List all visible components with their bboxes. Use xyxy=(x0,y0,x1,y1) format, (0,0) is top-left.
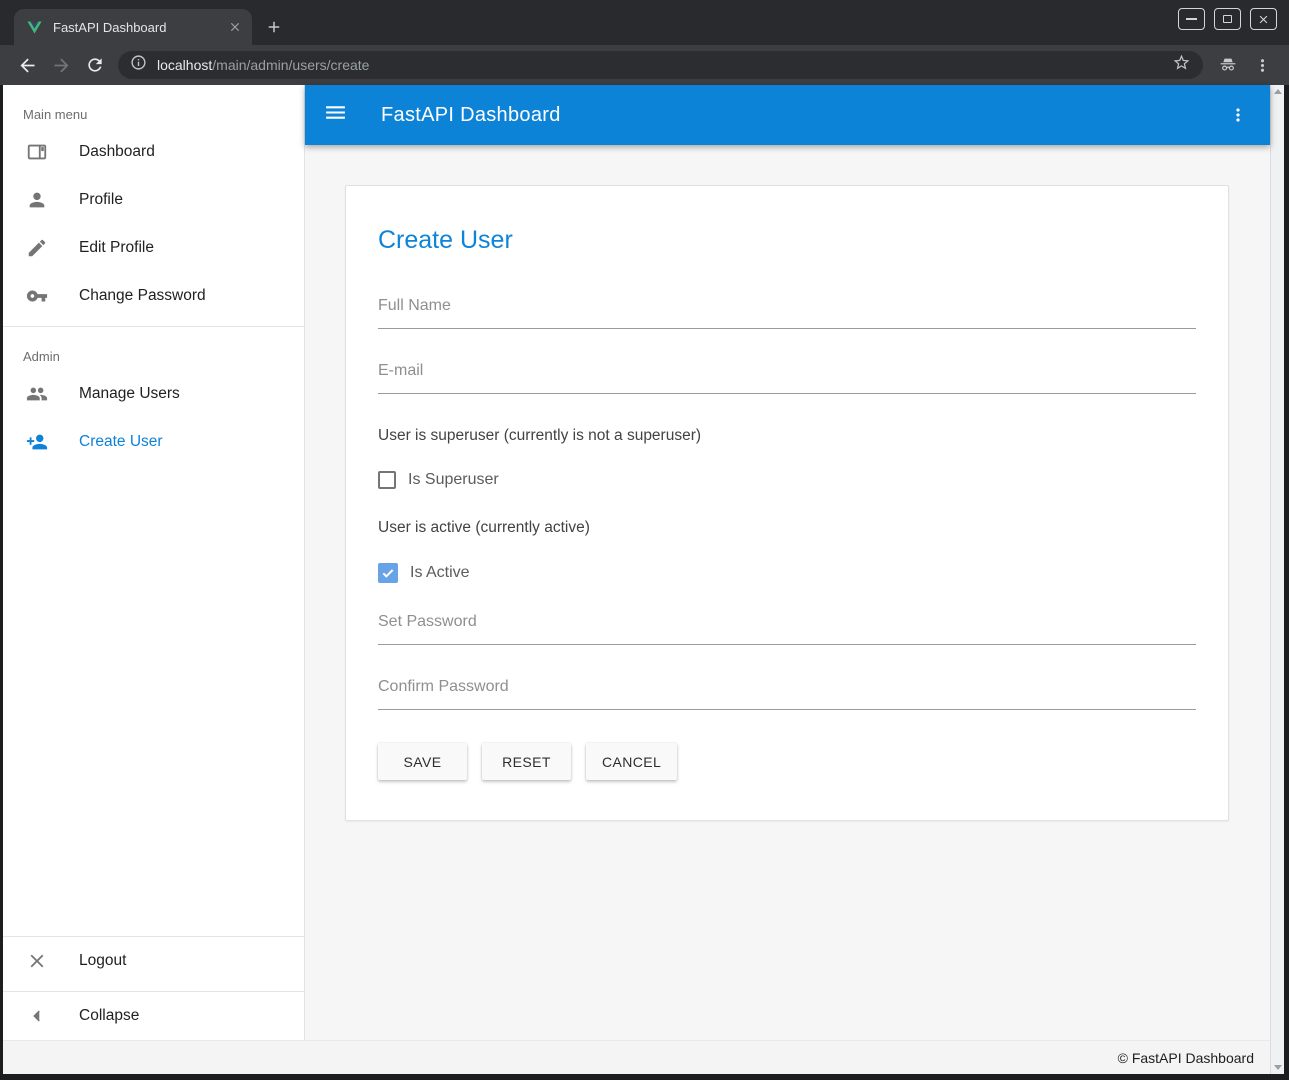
sidebar-item-collapse[interactable]: Collapse xyxy=(3,992,304,1040)
chevron-left-icon xyxy=(26,1005,48,1027)
copyright-text: © FastAPI Dashboard xyxy=(1118,1050,1254,1066)
is-active-checkbox[interactable] xyxy=(378,563,398,583)
form-actions: SAVE RESET CANCEL xyxy=(378,743,1196,780)
sidebar-item-label: Collapse xyxy=(79,1007,139,1025)
reload-icon[interactable] xyxy=(78,48,112,82)
superuser-note: User is superuser (currently is not a su… xyxy=(378,427,1196,445)
browser-toolbar: localhost/main/admin/users/create xyxy=(0,45,1289,85)
sidebar-section-admin: Admin xyxy=(3,327,304,370)
create-user-card: Create User User is superuser (currently… xyxy=(345,185,1229,821)
url-text[interactable]: localhost/main/admin/users/create xyxy=(157,57,1172,73)
page-title: Create User xyxy=(378,226,1196,255)
sidebar-section-main-menu: Main menu xyxy=(3,85,304,128)
sidebar-item-label: Manage Users xyxy=(79,385,180,403)
maximize-icon xyxy=(1223,15,1232,23)
is-superuser-checkbox-row[interactable]: Is Superuser xyxy=(378,471,1196,489)
close-window-button[interactable] xyxy=(1250,8,1277,30)
window-controls xyxy=(1178,8,1277,30)
appbar-title: FastAPI Dashboard xyxy=(381,104,561,127)
incognito-icon xyxy=(1211,48,1245,82)
full-name-input[interactable] xyxy=(378,297,1196,329)
hamburger-menu-icon[interactable] xyxy=(323,100,348,130)
url-bar[interactable]: localhost/main/admin/users/create xyxy=(118,51,1203,79)
confirm-password-input[interactable] xyxy=(378,678,1196,710)
sidebar-item-logout[interactable]: Logout xyxy=(3,937,304,985)
reset-button[interactable]: RESET xyxy=(482,743,571,780)
tab-close-icon[interactable] xyxy=(226,18,244,36)
email-input[interactable] xyxy=(378,362,1196,394)
minimize-button[interactable] xyxy=(1178,8,1205,30)
set-password-input[interactable] xyxy=(378,613,1196,645)
sidebar-item-edit-profile[interactable]: Edit Profile xyxy=(3,224,304,272)
new-tab-icon[interactable] xyxy=(260,13,288,41)
active-note: User is active (currently active) xyxy=(378,519,1196,537)
people-icon xyxy=(26,383,48,405)
dashboard-icon xyxy=(26,141,48,163)
app-bar: FastAPI Dashboard xyxy=(305,85,1270,145)
sidebar-item-change-password[interactable]: Change Password xyxy=(3,272,304,320)
back-icon[interactable] xyxy=(10,48,44,82)
bookmark-star-icon[interactable] xyxy=(1172,53,1191,77)
browser-window: FastAPI Dashboard xyxy=(0,0,1289,1080)
sidebar-item-label: Logout xyxy=(79,952,126,970)
is-active-checkbox-row[interactable]: Is Active xyxy=(378,563,1196,583)
sidebar: Main menu Dashboard Profile xyxy=(3,85,305,1040)
cancel-button[interactable]: CANCEL xyxy=(586,743,677,780)
sidebar-item-label: Dashboard xyxy=(79,143,155,161)
person-icon xyxy=(26,189,48,211)
minimize-icon xyxy=(1186,18,1197,20)
key-icon xyxy=(26,285,48,307)
browser-tab-bar: FastAPI Dashboard xyxy=(0,0,1289,45)
sidebar-item-profile[interactable]: Profile xyxy=(3,176,304,224)
checkmark-icon xyxy=(380,565,396,581)
is-active-label: Is Active xyxy=(410,564,470,582)
scroll-up-icon[interactable] xyxy=(1274,89,1282,94)
sidebar-item-create-user[interactable]: Create User xyxy=(3,418,304,466)
forward-icon[interactable] xyxy=(44,48,78,82)
site-info-icon[interactable] xyxy=(130,54,147,76)
sidebar-item-dashboard[interactable]: Dashboard xyxy=(3,128,304,176)
app-page: Main menu Dashboard Profile xyxy=(3,85,1270,1074)
sidebar-item-label: Profile xyxy=(79,191,123,209)
content-area: Create User User is superuser (currently… xyxy=(305,145,1270,1040)
vue-logo-icon xyxy=(26,19,43,36)
scroll-down-icon[interactable] xyxy=(1274,1065,1282,1070)
appbar-kebab-menu-icon[interactable] xyxy=(1224,101,1252,129)
maximize-button[interactable] xyxy=(1214,8,1241,30)
close-window-icon xyxy=(1257,13,1270,26)
sidebar-item-label: Change Password xyxy=(79,287,206,305)
tab-title: FastAPI Dashboard xyxy=(53,20,226,35)
page-scrollbar[interactable] xyxy=(1270,85,1284,1074)
sidebar-item-label: Create User xyxy=(79,433,163,451)
sidebar-item-label: Edit Profile xyxy=(79,239,154,257)
app-footer: © FastAPI Dashboard xyxy=(3,1040,1270,1074)
person-add-icon xyxy=(26,431,48,453)
is-superuser-checkbox[interactable] xyxy=(378,471,396,489)
close-icon xyxy=(26,950,48,972)
pencil-icon xyxy=(26,237,48,259)
browser-menu-icon[interactable] xyxy=(1245,48,1279,82)
main-area: FastAPI Dashboard Create User xyxy=(305,85,1270,1040)
is-superuser-label: Is Superuser xyxy=(408,471,499,489)
sidebar-item-manage-users[interactable]: Manage Users xyxy=(3,370,304,418)
browser-tab[interactable]: FastAPI Dashboard xyxy=(14,9,252,45)
save-button[interactable]: SAVE xyxy=(378,743,467,780)
